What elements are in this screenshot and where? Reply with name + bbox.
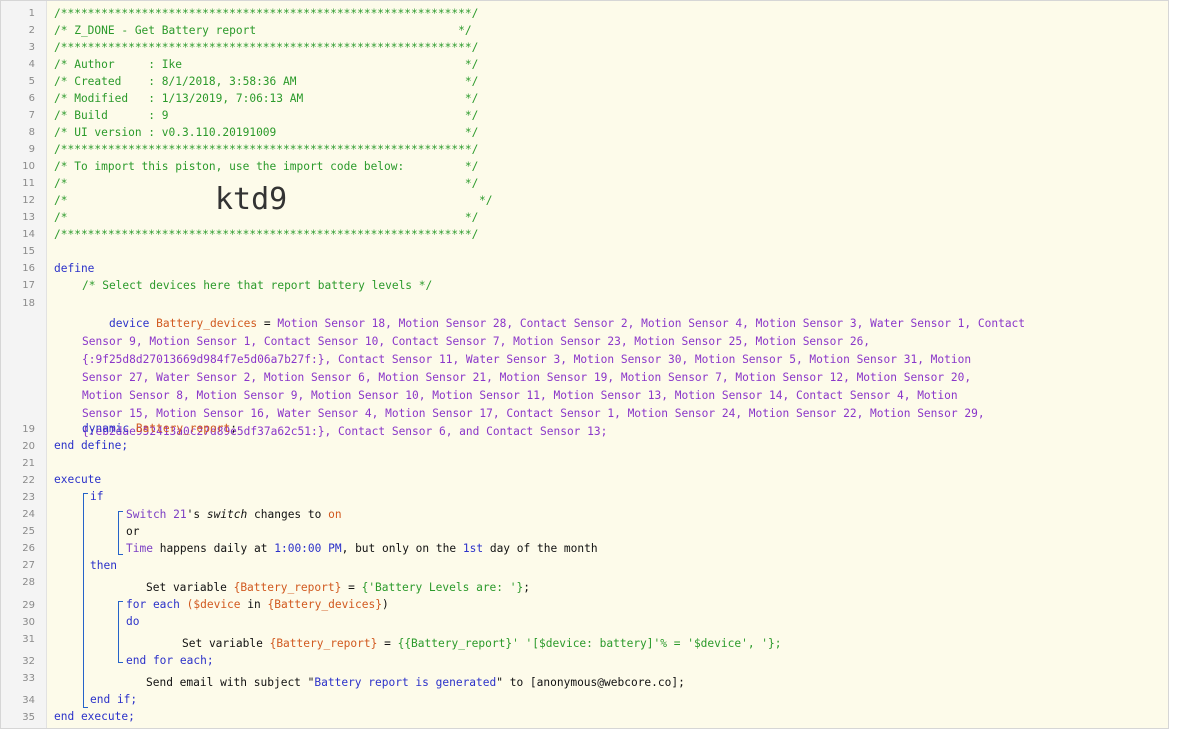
line-number: 5 bbox=[28, 76, 35, 87]
header-border: /***************************************… bbox=[54, 41, 479, 54]
line-number: 3 bbox=[28, 42, 35, 53]
line-number: 33 bbox=[22, 673, 35, 684]
line-number: 9 bbox=[28, 144, 35, 155]
line-number: 34 bbox=[22, 695, 35, 706]
line-number: 26 bbox=[22, 543, 35, 554]
ui-version-line: /* UI version : v0.3.110.20191009 */ bbox=[54, 126, 479, 139]
line-number: 31 bbox=[22, 634, 35, 645]
line-number: 25 bbox=[22, 526, 35, 537]
line-number: 11 bbox=[22, 178, 35, 189]
line-number: 8 bbox=[28, 127, 35, 138]
keyword-do: do bbox=[126, 615, 140, 628]
bracket-tick bbox=[118, 662, 123, 663]
device-list-line: Sensor 27, Water Sensor 2, Motion Sensor… bbox=[82, 371, 972, 384]
import-code-line-end: */ bbox=[479, 194, 493, 207]
line-number: 30 bbox=[22, 617, 35, 628]
line-number: 10 bbox=[22, 161, 35, 172]
keyword-define: define bbox=[54, 262, 95, 275]
set-variable-statement[interactable]: Set variable {Battery_report} = {{Batter… bbox=[182, 637, 782, 650]
header-border: /***************************************… bbox=[54, 7, 479, 20]
device-list-line: Sensor 9, Motion Sensor 1, Contact Senso… bbox=[82, 335, 871, 348]
created-line: /* Created : 8/1/2018, 3:58:36 AM */ bbox=[54, 75, 479, 88]
dynamic-declaration[interactable]: dynamic Battery_report; bbox=[82, 422, 237, 435]
device-list-line: Motion Sensor 8, Motion Sensor 9, Motion… bbox=[82, 389, 958, 402]
line-number-gutter: 1 2 3 4 5 6 7 8 9 10 11 12 13 14 15 16 17 18 19 20 21 22 23 24 2… bbox=[1, 1, 47, 728]
line-number: 20 bbox=[22, 441, 35, 452]
line-number: 6 bbox=[28, 93, 35, 104]
keyword-end-if: end if; bbox=[90, 693, 138, 706]
keyword-end-define: end define; bbox=[54, 439, 129, 452]
author-line: /* Author : Ike */ bbox=[54, 58, 479, 71]
blank-comment-line: /* */ bbox=[54, 211, 479, 224]
header-border: /***************************************… bbox=[54, 228, 479, 241]
line-number: 27 bbox=[22, 560, 35, 571]
line-number: 15 bbox=[22, 246, 35, 257]
bracket-tick bbox=[83, 493, 88, 494]
keyword-execute: execute bbox=[54, 473, 102, 486]
send-email-statement[interactable]: Send email with subject "Battery report … bbox=[146, 676, 685, 689]
keyword-then: then bbox=[90, 559, 117, 572]
line-number: 1 bbox=[28, 8, 35, 19]
keyword-end-for-each: end for each; bbox=[126, 654, 214, 667]
device-list-line: {:9f25d8d27013669d984f7e5d06a7b27f:}, Co… bbox=[82, 353, 972, 366]
line-number: 35 bbox=[22, 712, 35, 723]
line-number: 28 bbox=[22, 577, 35, 588]
device-list-line: Sensor 15, Motion Sensor 16, Water Senso… bbox=[82, 407, 985, 420]
define-comment: /* Select devices here that report batte… bbox=[82, 279, 433, 292]
import-code-line: /* bbox=[54, 194, 156, 207]
modified-line: /* Modified : 1/13/2019, 7:06:13 AM */ bbox=[54, 92, 479, 105]
line-number: 22 bbox=[22, 475, 35, 486]
line-number: 29 bbox=[22, 600, 35, 611]
line-number: 23 bbox=[22, 492, 35, 503]
bracket-tick bbox=[118, 554, 123, 555]
line-number: 21 bbox=[22, 458, 35, 469]
if-block-bracket bbox=[83, 493, 84, 707]
line-number: 17 bbox=[22, 280, 35, 291]
device-list-line: Motion Sensor 18, Motion Sensor 28, Cont… bbox=[277, 317, 1026, 330]
piston-title: /* Z_DONE - Get Battery report */ bbox=[54, 24, 472, 37]
condition-switch[interactable]: Switch 21's switch changes to on bbox=[126, 508, 342, 521]
keyword-device: device bbox=[108, 317, 150, 330]
line-number: 19 bbox=[22, 424, 35, 435]
import-instructions: /* To import this piston, use the import… bbox=[54, 160, 479, 173]
variable-battery-devices: Battery_devices bbox=[156, 317, 258, 330]
set-variable-statement[interactable]: Set variable {Battery_report} = {'Batter… bbox=[146, 581, 530, 594]
line-number: 7 bbox=[28, 110, 35, 121]
keyword-end-execute: end execute; bbox=[54, 710, 135, 723]
for-each-statement[interactable]: for each ($device in {Battery_devices}) bbox=[126, 598, 389, 611]
line-number: 2 bbox=[28, 25, 35, 36]
keyword-or: or bbox=[126, 525, 140, 538]
line-number: 24 bbox=[22, 509, 35, 520]
line-number: 14 bbox=[22, 229, 35, 240]
bracket-tick bbox=[83, 707, 88, 708]
bracket-tick bbox=[118, 511, 123, 512]
condition-time[interactable]: Time happens daily at 1:00:00 PM, but on… bbox=[126, 542, 598, 555]
line-number: 16 bbox=[22, 263, 35, 274]
bracket-tick bbox=[118, 601, 123, 602]
line-number: 13 bbox=[22, 212, 35, 223]
line-number: 12 bbox=[22, 195, 35, 206]
line-number: 32 bbox=[22, 656, 35, 667]
build-line: /* Build : 9 */ bbox=[54, 109, 479, 122]
keyword-if[interactable]: if bbox=[90, 490, 103, 503]
line-number: 4 bbox=[28, 59, 35, 70]
for-each-bracket bbox=[118, 601, 119, 662]
condition-bracket bbox=[118, 511, 119, 554]
header-border: /***************************************… bbox=[54, 143, 479, 156]
code-editor[interactable]: 1 2 3 4 5 6 7 8 9 10 11 12 13 14 15 16 17 18 19 20 21 22 23 24 2… bbox=[0, 0, 1169, 729]
line-number: 18 bbox=[22, 298, 35, 309]
